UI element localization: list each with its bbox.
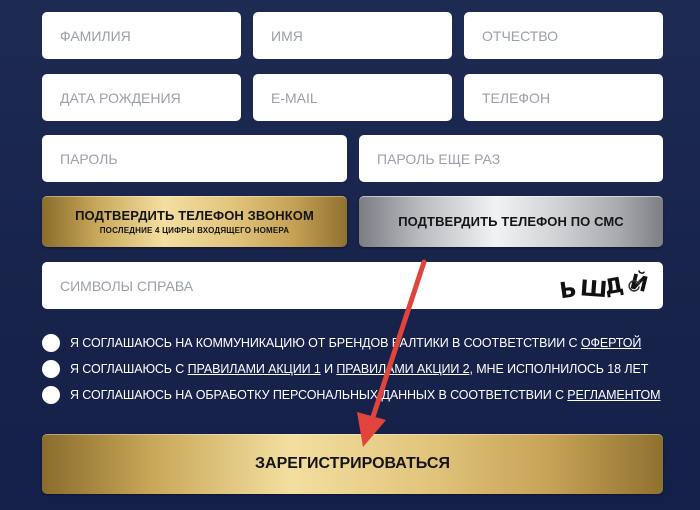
phone-field[interactable]	[464, 74, 663, 121]
agreement-rules-radio[interactable]	[42, 360, 60, 378]
captcha-image: Ь Ш Д Й	[558, 268, 651, 304]
verify-sms-button[interactable]: ПОДТВЕРДИТЬ ТЕЛЕФОН ПО СМС	[359, 196, 663, 247]
agreement-personal-data-text: Я СОГЛАШАЮСЬ НА ОБРАБОТКУ ПЕРСОНАЛЬНЫХ Д…	[70, 388, 661, 402]
password-field[interactable]	[42, 135, 347, 182]
agreement-personal-data: Я СОГЛАШАЮСЬ НА ОБРАБОТКУ ПЕРСОНАЛЬНЫХ Д…	[42, 385, 661, 405]
agreement-communication-text: Я СОГЛАШАЮСЬ НА КОММУНИКАЦИЮ ОТ БРЕНДОВ …	[70, 336, 642, 350]
captcha-char-1: Ь	[558, 277, 578, 304]
captcha-field: Ь Ш Д Й	[42, 262, 663, 309]
refresh-icon[interactable]	[626, 278, 642, 294]
rules-1-link[interactable]: ПРАВИЛАМИ АКЦИИ 1	[188, 362, 321, 376]
agreement-rules-text: Я СОГЛАШАЮСЬ С ПРАВИЛАМИ АКЦИИ 1 И ПРАВИ…	[70, 362, 649, 376]
agreement-communication-radio[interactable]	[42, 334, 60, 352]
offer-link[interactable]: ОФЕРТОЙ	[581, 336, 642, 350]
agreement-communication: Я СОГЛАШАЮСЬ НА КОММУНИКАЦИЮ ОТ БРЕНДОВ …	[42, 333, 641, 353]
birthdate-field[interactable]	[42, 74, 241, 121]
verify-call-sublabel: ПОСЛЕДНИЕ 4 ЦИФРЫ ВХОДЯЩЕГО НОМЕРА	[99, 226, 290, 235]
captcha-input[interactable]	[42, 262, 462, 309]
agreement-personal-data-radio[interactable]	[42, 386, 60, 404]
patronymic-field[interactable]	[464, 12, 663, 59]
email-field[interactable]	[253, 74, 452, 121]
verify-call-button[interactable]: ПОДТВЕРДИТЬ ТЕЛЕФОН ЗВОНКОМ ПОСЛЕДНИЕ 4 …	[42, 196, 347, 247]
captcha-char-3: Д	[603, 273, 626, 300]
password-repeat-field[interactable]	[359, 135, 663, 182]
register-button-label: ЗАРЕГИСТРИРОВАТЬСЯ	[255, 455, 450, 472]
verify-sms-label: ПОДТВЕРДИТЬ ТЕЛЕФОН ПО СМС	[398, 214, 624, 229]
regulation-link[interactable]: РЕГЛАМЕНТОМ	[567, 388, 660, 402]
rules-2-link[interactable]: ПРАВИЛАМИ АКЦИИ 2	[336, 362, 469, 376]
verify-call-label: ПОДТВЕРДИТЬ ТЕЛЕФОН ЗВОНКОМ	[75, 208, 314, 223]
register-button[interactable]: ЗАРЕГИСТРИРОВАТЬСЯ	[42, 434, 663, 494]
surname-field[interactable]	[42, 12, 241, 59]
agreement-rules: Я СОГЛАШАЮСЬ С ПРАВИЛАМИ АКЦИИ 1 И ПРАВИ…	[42, 359, 648, 379]
name-field[interactable]	[253, 12, 452, 59]
